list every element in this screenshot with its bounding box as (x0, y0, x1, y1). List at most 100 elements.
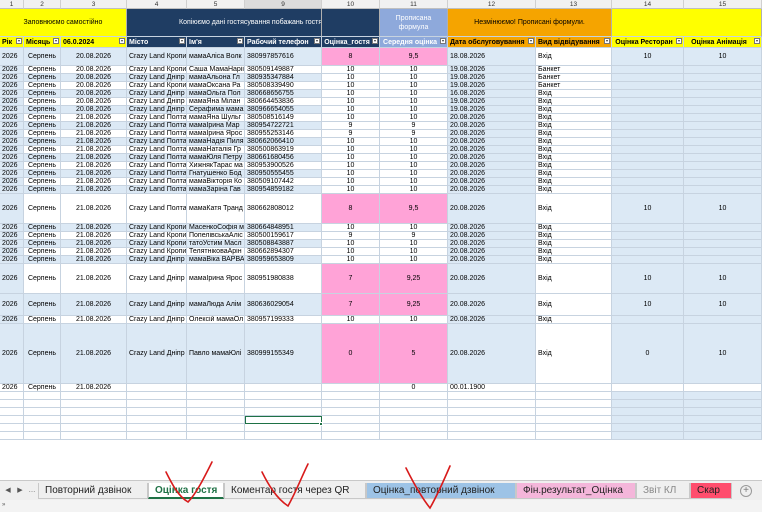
cell-col-animation-score[interactable] (684, 248, 762, 256)
cell-col-restaurant-score[interactable] (612, 90, 684, 98)
cell-col-month[interactable]: Серпень (24, 264, 61, 294)
filter-dropdown-icon[interactable] (179, 38, 185, 44)
cell-col-month[interactable]: Серпень (24, 90, 61, 98)
cell-col-phone[interactable]: 380935347884 (245, 74, 322, 82)
cell-col-name[interactable]: Гнатушенко Бод (187, 170, 245, 178)
cell-col-date[interactable]: 21.08.2026 (61, 170, 127, 178)
cell-col-visit-type[interactable]: Вхід (536, 122, 612, 130)
cell-col-name[interactable]: татоУстим Масл (187, 240, 245, 248)
cell-col-name[interactable] (187, 384, 245, 392)
cell-col-city[interactable]: Crazy Land Полта (127, 146, 187, 154)
cell-col-visit-type[interactable]: Вхід (536, 194, 612, 224)
empty-cell[interactable] (380, 432, 448, 440)
cell-col-avg-score[interactable]: 9,25 (380, 294, 448, 316)
empty-cell[interactable] (612, 408, 684, 416)
empty-cell[interactable] (684, 392, 762, 400)
cell-col-avg-score[interactable]: 9 (380, 232, 448, 240)
cell-col-date[interactable]: 20.08.2026 (61, 90, 127, 98)
cell-col-year[interactable]: 2026 (0, 170, 24, 178)
cell-col-phone[interactable]: 380955253146 (245, 130, 322, 138)
cell-col-avg-score[interactable]: 10 (380, 114, 448, 122)
cell-col-avg-score[interactable]: 10 (380, 154, 448, 162)
tab-povtornyi-dzvinok[interactable]: Повторний дзвінок (38, 483, 148, 499)
cell-col-city[interactable]: Crazy Land Кропи (127, 248, 187, 256)
cell-col-service-date[interactable]: 19.08.2026 (448, 98, 536, 106)
cell-col-guest-score[interactable]: 10 (322, 138, 380, 146)
cell-col-name[interactable]: мамаІрина Ярос (187, 130, 245, 138)
cell-col-year[interactable]: 2026 (0, 138, 24, 146)
cell-col-restaurant-score[interactable] (612, 384, 684, 392)
cell-col-animation-score[interactable] (684, 240, 762, 248)
cell-col-date[interactable]: 21.08.2026 (61, 384, 127, 392)
empty-cell[interactable] (448, 392, 536, 400)
filter-dropdown-icon[interactable] (53, 38, 59, 44)
cell-col-guest-score[interactable]: 10 (322, 316, 380, 324)
empty-cell[interactable] (684, 424, 762, 432)
cell-col-animation-score[interactable] (684, 162, 762, 170)
cell-col-phone[interactable]: 380509149887 (245, 66, 322, 74)
cell-col-month[interactable]: Серпень (24, 232, 61, 240)
cell-col-year[interactable]: 2026 (0, 130, 24, 138)
cell-col-date[interactable]: 21.08.2026 (61, 114, 127, 122)
cell-col-date[interactable]: 20.08.2026 (61, 66, 127, 74)
cell-col-month[interactable]: Серпень (24, 106, 61, 114)
empty-cell[interactable] (24, 408, 61, 416)
empty-cell[interactable] (684, 432, 762, 440)
cell-col-avg-score[interactable]: 0 (380, 384, 448, 392)
cell-col-year[interactable]: 2026 (0, 232, 24, 240)
cell-col-visit-type[interactable]: Вхід (536, 138, 612, 146)
cell-col-name[interactable]: мамаЗаріна Гав (187, 186, 245, 194)
cell-col-service-date[interactable]: 19.08.2026 (448, 74, 536, 82)
cell-col-visit-type[interactable]: Вхід (536, 130, 612, 138)
header-col-service-date[interactable]: Дата обслуговування (448, 37, 536, 48)
empty-cell[interactable] (61, 400, 127, 408)
empty-cell[interactable] (612, 392, 684, 400)
cell-col-restaurant-score[interactable] (612, 114, 684, 122)
cell-col-phone[interactable]: 380664848951 (245, 224, 322, 232)
cell-col-city[interactable]: Crazy Land Полта (127, 154, 187, 162)
empty-cell[interactable] (24, 400, 61, 408)
cell-col-service-date[interactable]: 20.08.2026 (448, 162, 536, 170)
empty-cell[interactable] (536, 408, 612, 416)
tab-scroll-right-icon[interactable]: ▶ (14, 481, 26, 501)
cell-col-phone[interactable]: 380966654055 (245, 106, 322, 114)
cell-col-restaurant-score[interactable] (612, 240, 684, 248)
cell-col-service-date[interactable]: 20.08.2026 (448, 240, 536, 248)
cell-col-visit-type[interactable]: Вхід (536, 98, 612, 106)
cell-col-animation-score[interactable] (684, 384, 762, 392)
cell-col-service-date[interactable]: 20.08.2026 (448, 256, 536, 264)
cell-col-avg-score[interactable]: 10 (380, 240, 448, 248)
cell-col-name[interactable]: Павло мамаЮлі (187, 324, 245, 384)
cell-col-date[interactable]: 21.08.2026 (61, 130, 127, 138)
cell-col-date[interactable]: 21.08.2026 (61, 264, 127, 294)
filter-dropdown-icon[interactable] (604, 38, 610, 44)
cell-col-phone[interactable]: 380999155349 (245, 324, 322, 384)
cell-col-month[interactable]: Серпень (24, 256, 61, 264)
cell-col-year[interactable]: 2026 (0, 324, 24, 384)
cell-col-visit-type[interactable]: Вхід (536, 154, 612, 162)
empty-cell[interactable] (612, 400, 684, 408)
cell-col-month[interactable]: Серпень (24, 154, 61, 162)
empty-cell[interactable] (536, 416, 612, 424)
cell-col-restaurant-score[interactable] (612, 98, 684, 106)
cell-col-phone[interactable]: 380664453836 (245, 98, 322, 106)
cell-col-service-date[interactable]: 20.08.2026 (448, 316, 536, 324)
cell-col-month[interactable]: Серпень (24, 130, 61, 138)
empty-cell[interactable] (448, 416, 536, 424)
cell-col-visit-type[interactable]: Вхід (536, 264, 612, 294)
cell-col-service-date[interactable]: 20.08.2026 (448, 114, 536, 122)
cell-col-name[interactable]: ПопелівськаАліс (187, 232, 245, 240)
cell-col-name[interactable]: ХижнякТарас ма (187, 162, 245, 170)
cell-col-visit-type[interactable]: Вхід (536, 324, 612, 384)
cell-col-service-date[interactable]: 20.08.2026 (448, 264, 536, 294)
cell-col-date[interactable]: 21.08.2026 (61, 138, 127, 146)
cell-col-visit-type[interactable]: Вхід (536, 178, 612, 186)
column-header-15[interactable]: 15 (684, 0, 762, 9)
cell-col-restaurant-score[interactable] (612, 74, 684, 82)
cell-col-avg-score[interactable]: 9,5 (380, 48, 448, 66)
empty-cell[interactable] (127, 392, 187, 400)
cell-col-service-date[interactable]: 20.08.2026 (448, 122, 536, 130)
cell-col-date[interactable]: 21.08.2026 (61, 232, 127, 240)
cell-col-animation-score[interactable] (684, 170, 762, 178)
empty-cell[interactable] (536, 400, 612, 408)
